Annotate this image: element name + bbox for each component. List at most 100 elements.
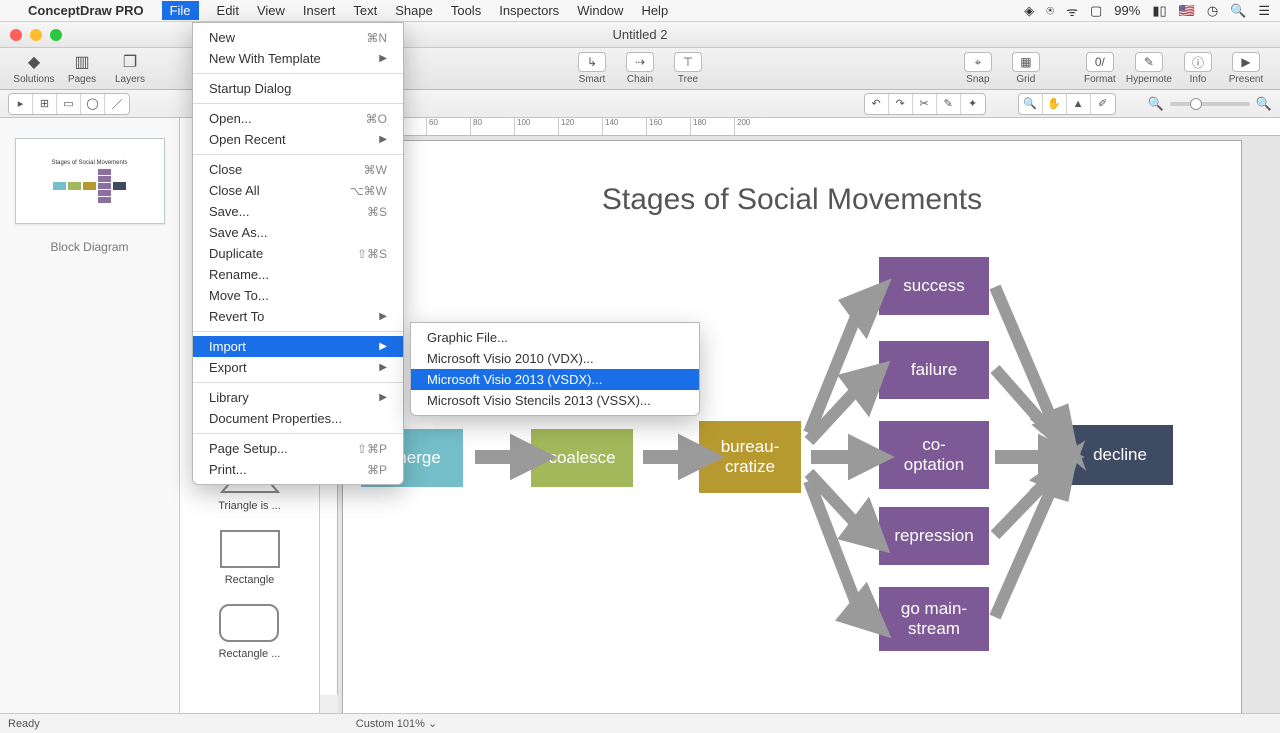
battery-icon[interactable]: ▮▯: [1152, 3, 1166, 19]
hand-tool[interactable]: ✋: [1043, 94, 1067, 114]
stamp-tool[interactable]: ▲: [1067, 94, 1091, 114]
pages-icon: ▥: [68, 52, 96, 72]
file-menu-page-setup-[interactable]: Page Setup...⇧⌘P: [193, 438, 403, 459]
zoom-track[interactable]: [1170, 102, 1250, 106]
menu-icon[interactable]: ☰: [1258, 3, 1270, 19]
info-button[interactable]: ⓘInfo: [1176, 52, 1220, 85]
airplay-icon[interactable]: ▢: [1090, 3, 1102, 19]
text-tool[interactable]: ⊞: [33, 94, 57, 114]
line-tool[interactable]: ／: [105, 94, 129, 114]
diamond-icon[interactable]: ◈: [1024, 3, 1034, 19]
wand-button[interactable]: ✦: [961, 94, 985, 114]
file-menu-duplicate[interactable]: Duplicate⇧⌘S: [193, 243, 403, 264]
redo-button[interactable]: ↷: [889, 94, 913, 114]
tree-icon: ⊤: [674, 52, 702, 72]
import-menu-microsoft-visio-stencils-vssx-[interactable]: Microsoft Visio Stencils 2013 (VSSX)...: [411, 390, 699, 411]
import-menu-microsoft-visio-vdx-[interactable]: Microsoft Visio 2010 (VDX)...: [411, 348, 699, 369]
menubar-insert[interactable]: Insert: [303, 3, 336, 18]
file-menu-close-all[interactable]: Close All⌥⌘W: [193, 180, 403, 201]
pages-button[interactable]: ▥Pages: [60, 52, 104, 85]
file-menu-export[interactable]: Export▶: [193, 357, 403, 378]
menubar-edit[interactable]: Edit: [217, 3, 239, 18]
file-menu-open-[interactable]: Open...⌘O: [193, 108, 403, 129]
file-menu-rename-[interactable]: Rename...: [193, 264, 403, 285]
snap-button[interactable]: ⌖Snap: [956, 52, 1000, 85]
file-menu-import[interactable]: Import▶: [193, 336, 403, 357]
format-icon: 0/: [1086, 52, 1114, 72]
present-button[interactable]: ▶Present: [1224, 52, 1268, 85]
chain-button[interactable]: ⇢Chain: [618, 52, 662, 85]
file-menu-document-properties-[interactable]: Document Properties...: [193, 408, 403, 429]
menubar-shape[interactable]: Shape: [395, 3, 433, 18]
smart-button[interactable]: ↳Smart: [570, 52, 614, 85]
clock-icon[interactable]: ◷: [1207, 3, 1218, 19]
canvas[interactable]: Stages of Social Movements emergecoalesc…: [338, 136, 1280, 713]
menubar-file[interactable]: File: [162, 1, 199, 20]
menubar-view[interactable]: View: [257, 3, 285, 18]
zoom-readout[interactable]: Custom 101% ⌄: [356, 717, 437, 730]
format-button[interactable]: 0/Format: [1078, 52, 1122, 85]
close-window-button[interactable]: [10, 29, 22, 41]
flag-icon[interactable]: 🇺🇸: [1179, 3, 1195, 19]
hypernote-button[interactable]: ✎Hypernote: [1126, 52, 1172, 85]
tool-segment-view: 🔍 ✋ ▲ ✐: [1018, 93, 1116, 115]
file-menu-revert-to[interactable]: Revert To▶: [193, 306, 403, 327]
file-menu-new-with-template[interactable]: New With Template▶: [193, 48, 403, 69]
zoom-out-icon[interactable]: 🔍: [1148, 96, 1164, 112]
menubar-tools[interactable]: Tools: [451, 3, 481, 18]
file-menu-library[interactable]: Library▶: [193, 387, 403, 408]
file-menu-startup-dialog[interactable]: Startup Dialog: [193, 78, 403, 99]
page[interactable]: Stages of Social Movements emergecoalesc…: [342, 140, 1242, 713]
snap-icon: ⌖: [964, 52, 992, 72]
tool-segment-select: ▸ ⊞ ▭ ◯ ／: [8, 93, 130, 115]
file-menu-open-recent[interactable]: Open Recent▶: [193, 129, 403, 150]
file-menu-print-[interactable]: Print...⌘P: [193, 459, 403, 480]
ruler-horizontal: 20406080100120140160180200: [338, 118, 1280, 136]
file-menu-save-[interactable]: Save...⌘S: [193, 201, 403, 222]
shield-icon[interactable]: ⍟: [1046, 3, 1054, 19]
smart-icon: ↳: [578, 52, 606, 72]
file-menu-move-to-[interactable]: Move To...: [193, 285, 403, 306]
toolbar-group-right: 0/Format ✎Hypernote ⓘInfo ▶Present: [1078, 52, 1268, 85]
import-menu-microsoft-visio-vsdx-[interactable]: Microsoft Visio 2013 (VSDX)...: [411, 369, 699, 390]
grid-button[interactable]: ▦Grid: [1004, 52, 1048, 85]
status-bar: Ready Custom 101% ⌄: [0, 713, 1280, 733]
pointer-tool[interactable]: ▸: [9, 94, 33, 114]
layers-button[interactable]: ❐Layers: [108, 52, 152, 85]
shape-rectangle[interactable]: Rectangle: [220, 530, 280, 586]
wifi-icon[interactable]: ᯤ: [1066, 2, 1078, 20]
battery-text[interactable]: 99%: [1114, 3, 1140, 18]
tree-button[interactable]: ⊤Tree: [666, 52, 710, 85]
tool-segment-edit: ↶ ↷ ✂ ✎ ✦: [864, 93, 986, 115]
toolbar-group-left: ◆Solutions ▥Pages ❐Layers: [12, 52, 152, 85]
file-menu: New⌘NNew With Template▶ Startup Dialog Ope…: [192, 22, 404, 485]
zoom-window-button[interactable]: [50, 29, 62, 41]
import-menu-graphic-file-[interactable]: Graphic File...: [411, 327, 699, 348]
shape-rounded-rectangle[interactable]: Rectangle ...: [219, 604, 281, 660]
cut-button[interactable]: ✂: [913, 94, 937, 114]
menubar-app[interactable]: ConceptDraw PRO: [28, 3, 144, 18]
file-menu-close[interactable]: Close⌘W: [193, 159, 403, 180]
dropper-button[interactable]: ✎: [937, 94, 961, 114]
file-menu-new[interactable]: New⌘N: [193, 27, 403, 48]
rect-tool[interactable]: ▭: [57, 94, 81, 114]
eyedropper-tool[interactable]: ✐: [1091, 94, 1115, 114]
menubar-window[interactable]: Window: [577, 3, 623, 18]
toolbar-group-center: ↳Smart ⇢Chain ⊤Tree: [570, 52, 710, 85]
pages-panel: Stages of Social Movements Block Diagram: [0, 118, 180, 713]
minimize-window-button[interactable]: [30, 29, 42, 41]
ellipse-tool[interactable]: ◯: [81, 94, 105, 114]
undo-button[interactable]: ↶: [865, 94, 889, 114]
zoom-in-icon[interactable]: 🔍: [1256, 96, 1272, 112]
zoom-slider[interactable]: 🔍 🔍: [1148, 96, 1272, 112]
zoom-thumb[interactable]: [1190, 98, 1202, 110]
menubar-help[interactable]: Help: [641, 3, 668, 18]
menubar-text[interactable]: Text: [353, 3, 377, 18]
page-thumbnail[interactable]: Stages of Social Movements: [15, 138, 165, 224]
search-icon[interactable]: 🔍: [1230, 3, 1246, 19]
menubar-right: ◈ ⍟ ᯤ ▢ 99% ▮▯ 🇺🇸 ◷ 🔍 ☰: [1024, 2, 1270, 20]
file-menu-save-as-[interactable]: Save As...: [193, 222, 403, 243]
solutions-button[interactable]: ◆Solutions: [12, 52, 56, 85]
zoom-tool[interactable]: 🔍: [1019, 94, 1043, 114]
menubar-inspectors[interactable]: Inspectors: [499, 3, 559, 18]
